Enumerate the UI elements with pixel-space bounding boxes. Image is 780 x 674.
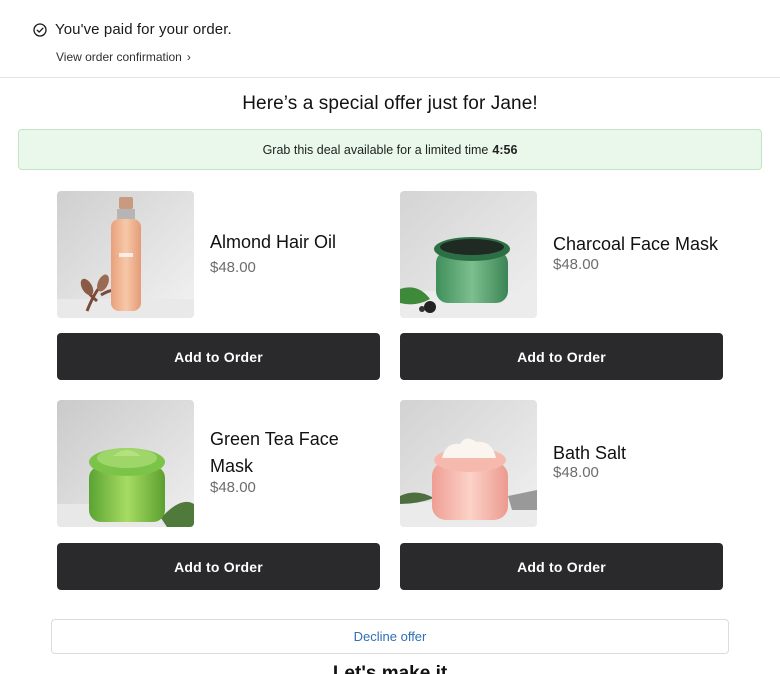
add-to-order-button[interactable]: Add to Order — [400, 543, 723, 590]
decline-offer-button[interactable]: Decline offer — [51, 619, 729, 654]
timer-countdown: 4:56 — [492, 142, 518, 157]
add-to-order-button[interactable]: Add to Order — [57, 333, 380, 380]
check-circle-icon — [33, 22, 47, 37]
product-image-charcoal-face-mask — [400, 191, 537, 318]
add-to-order-button[interactable]: Add to Order — [400, 333, 723, 380]
view-order-confirmation-label: View order confirmation — [56, 50, 182, 64]
product-image-bath-salt — [400, 400, 537, 527]
product-name: Almond Hair Oil — [210, 232, 337, 252]
timer-text: Grab this deal available for a limited t… — [262, 142, 489, 157]
product-name: Green Tea Face Mask — [210, 429, 339, 476]
product-price: $48.00 — [553, 464, 599, 481]
add-to-order-button[interactable]: Add to Order — [57, 543, 380, 590]
chevron-right-icon: › — [186, 50, 191, 64]
limited-time-banner: Grab this deal available for a limited t… — [18, 129, 762, 170]
product-price: $48.00 — [210, 479, 256, 496]
product-image-almond-hair-oil — [57, 191, 194, 318]
offer-heading: Here’s a special offer just for Jane! — [242, 93, 538, 114]
product-name: Charcoal Face Mask — [553, 234, 719, 254]
payment-status: You've paid for your order. — [33, 21, 232, 38]
payment-status-bar: You've paid for your order. View order c… — [0, 0, 780, 78]
payment-status-text: You've paid for your order. — [55, 21, 232, 38]
product-name: Bath Salt — [553, 443, 627, 463]
product-price: $48.00 — [553, 256, 599, 273]
next-section-heading: Let's make it — [332, 663, 448, 674]
product-price: $48.00 — [210, 259, 256, 276]
product-image-green-tea-face-mask — [57, 400, 194, 527]
view-order-confirmation-link[interactable]: View order confirmation › — [56, 50, 191, 64]
